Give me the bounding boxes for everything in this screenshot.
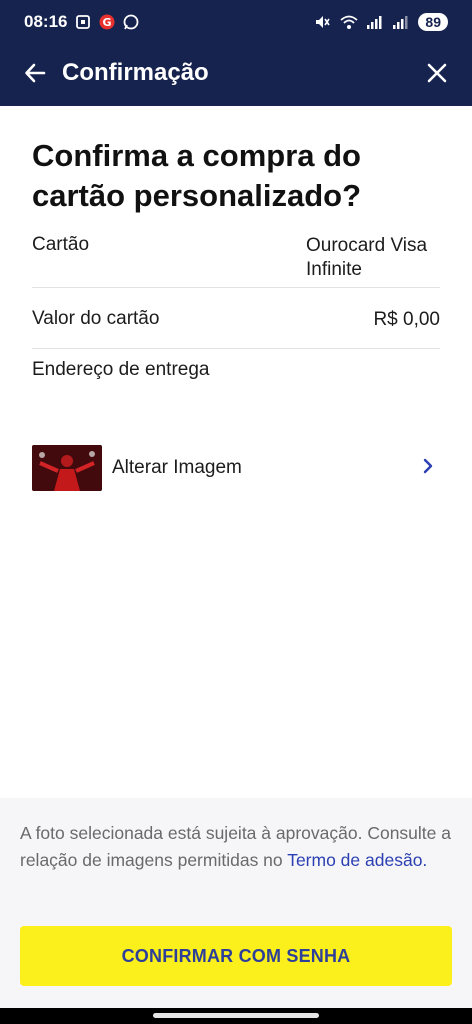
home-handle[interactable] xyxy=(153,1013,319,1018)
approval-note: A foto selecionada está sujeita à aprova… xyxy=(20,820,452,874)
system-nav-bar xyxy=(0,1008,472,1024)
card-row: Cartão Ourocard Visa Infinite xyxy=(32,234,440,282)
page-title: Confirmação xyxy=(62,59,209,86)
delivery-address-label: Endereço de entrega xyxy=(32,359,210,380)
card-price-label: Valor do cartão xyxy=(32,308,160,329)
card-value: Ourocard Visa Infinite xyxy=(306,235,428,280)
whatsapp-icon xyxy=(123,14,139,30)
change-image-row[interactable]: Alterar Imagem xyxy=(32,444,440,492)
card-price-value: R$ 0,00 xyxy=(373,309,440,330)
card-price-row: Valor do cartão R$ 0,00 xyxy=(32,308,440,332)
wifi-icon xyxy=(340,14,359,30)
card-image-thumbnail xyxy=(32,445,102,491)
terms-link[interactable]: Termo de adesão. xyxy=(287,850,427,870)
status-time: 08:16 xyxy=(24,12,68,31)
mute-icon xyxy=(314,14,331,30)
chevron-right-icon xyxy=(422,458,434,479)
divider xyxy=(32,348,440,349)
header: 08:16 G 89 Confirmação xyxy=(0,0,472,106)
divider xyxy=(32,287,440,288)
change-image-label: Alterar Imagem xyxy=(112,457,242,478)
card-label: Cartão xyxy=(32,234,90,255)
footer: A foto selecionada está sujeita à aprova… xyxy=(0,798,472,1008)
screenshot-icon xyxy=(75,14,91,30)
appbar: Confirmação xyxy=(0,48,472,98)
arrow-left-icon[interactable] xyxy=(22,60,48,86)
delivery-address-row: Endereço de entrega xyxy=(32,359,440,381)
status-left: 08:16 G xyxy=(24,12,139,32)
svg-text:G: G xyxy=(103,16,112,29)
confirmation-heading: Confirma a compra do cartão personalizad… xyxy=(32,138,362,213)
confirm-with-password-button[interactable]: CONFIRMAR COM SENHA xyxy=(20,926,452,986)
status-right: 89 xyxy=(314,13,448,31)
close-icon[interactable] xyxy=(424,60,450,86)
signal-icon-2 xyxy=(392,14,408,30)
signal-icon xyxy=(366,14,382,30)
battery-indicator: 89 xyxy=(418,13,448,31)
status-bar: 08:16 G 89 xyxy=(0,0,472,44)
g-app-icon: G xyxy=(99,14,115,30)
